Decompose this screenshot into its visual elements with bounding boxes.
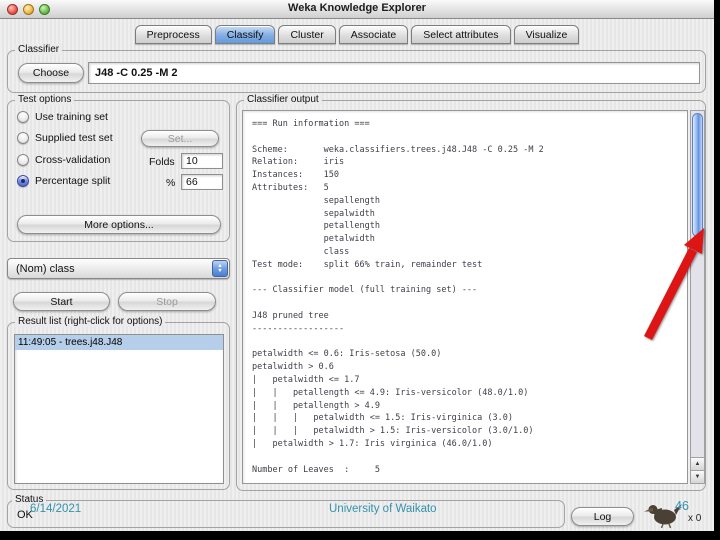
radio-label: Percentage split: [35, 175, 111, 187]
class-dropdown-value: (Nom) class: [16, 262, 75, 275]
radio-label: Use training set: [35, 111, 108, 123]
result-list[interactable]: 11:49:05 - trees.j48.J48: [14, 334, 224, 484]
log-button[interactable]: Log: [571, 507, 634, 526]
slide-number: 46: [675, 499, 689, 513]
radio-use-training-set[interactable]: Use training set: [17, 111, 108, 123]
classifier-output-group-label: Classifier output: [244, 94, 322, 105]
slide-footer: University of Waikato: [329, 503, 437, 515]
tab-preprocess[interactable]: Preprocess: [134, 25, 212, 44]
percent-label: %: [166, 177, 176, 189]
dropdown-arrows-icon[interactable]: ▲ ▼: [212, 260, 228, 277]
weka-counter: x 0: [688, 513, 702, 524]
test-options-group: Test options Use training set Supplied t…: [7, 94, 230, 242]
slide-date: 6/14/2021: [30, 503, 82, 515]
radio-label: Cross-validation: [35, 154, 111, 166]
radio-icon[interactable]: [17, 154, 29, 166]
result-list-group: Result list (right-click for options) 11…: [7, 316, 230, 490]
radio-label: Supplied test set: [35, 132, 113, 144]
tab-visualize[interactable]: Visualize: [513, 25, 580, 44]
radio-percentage-split[interactable]: Percentage split: [17, 175, 110, 187]
tab-classify[interactable]: Classify: [214, 25, 276, 44]
radio-selected-icon[interactable]: [17, 175, 29, 187]
window-title: Weka Knowledge Explorer: [288, 2, 426, 14]
tab-associate[interactable]: Associate: [338, 25, 409, 44]
radio-supplied-test-set[interactable]: Supplied test set: [17, 132, 113, 144]
classifier-scheme-field[interactable]: J48 -C 0.25 -M 2: [88, 62, 700, 84]
set-button[interactable]: Set...: [141, 130, 219, 147]
classifier-group: Classifier Choose J48 -C 0.25 -M 2: [7, 44, 706, 93]
status-group: Status OK: [7, 494, 565, 528]
folds-input[interactable]: 10: [181, 153, 223, 169]
stop-button[interactable]: Stop: [118, 292, 216, 311]
classifier-group-label: Classifier: [15, 44, 63, 55]
result-list-group-label: Result list (right-click for options): [15, 316, 166, 327]
percent-input[interactable]: 66: [181, 174, 223, 190]
tab-cluster[interactable]: Cluster: [278, 25, 336, 44]
result-list-item[interactable]: 11:49:05 - trees.j48.J48: [15, 335, 223, 350]
tab-bar: Preprocess Classify Cluster Associate Se…: [0, 25, 714, 44]
radio-cross-validation[interactable]: Cross-validation: [17, 154, 110, 166]
scroll-up-icon[interactable]: ▲: [691, 457, 704, 470]
arrow-down-icon: ▼: [217, 267, 223, 274]
folds-label: Folds: [149, 156, 175, 168]
test-options-group-label: Test options: [15, 94, 75, 105]
scroll-down-icon[interactable]: ▼: [691, 470, 704, 483]
choose-button[interactable]: Choose: [18, 63, 84, 83]
tab-select-attributes[interactable]: Select attributes: [411, 25, 511, 44]
start-button[interactable]: Start: [13, 292, 110, 311]
title-bar[interactable]: Weka Knowledge Explorer: [0, 0, 714, 19]
red-arrow-annotation: [643, 228, 704, 341]
radio-icon[interactable]: [17, 111, 29, 123]
more-options-button[interactable]: More options...: [17, 215, 221, 234]
class-dropdown[interactable]: (Nom) class ▲ ▼: [7, 258, 230, 279]
radio-icon[interactable]: [17, 132, 29, 144]
